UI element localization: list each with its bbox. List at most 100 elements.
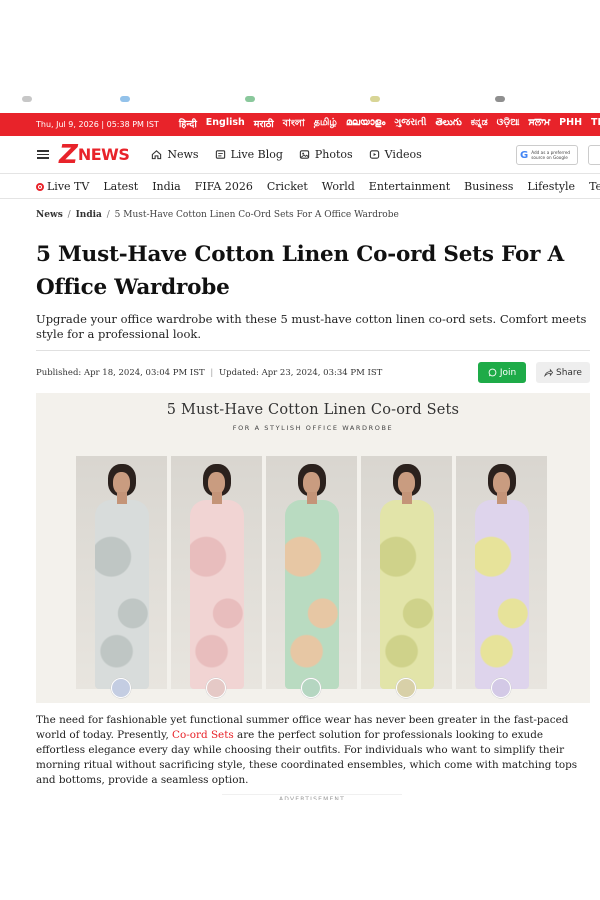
divider <box>36 350 590 351</box>
header-nav-photos[interactable]: Photos <box>299 148 353 161</box>
language-link[interactable]: THS <box>591 117 600 132</box>
model-face <box>303 472 320 494</box>
outfit-photo-lilac-yellow <box>456 456 547 689</box>
outfit-photo-pink <box>171 456 262 689</box>
join-label: Join <box>499 367 517 378</box>
header-nav-label: News <box>167 148 199 161</box>
live-dot-icon <box>36 183 44 191</box>
hero-title: 5 Must-Have Cotton Linen Co-ord Sets <box>166 402 460 418</box>
language-link[interactable]: தமிழ் <box>314 117 337 132</box>
article-subtitle: Upgrade your office wardrobe with these … <box>36 312 587 341</box>
model-neck <box>117 492 127 504</box>
language-link[interactable]: मराठी <box>254 117 274 132</box>
outfit-photo-grey-white <box>76 456 167 689</box>
outfit-photo-yellow-green <box>361 456 452 689</box>
category-item[interactable]: World <box>322 180 355 193</box>
model-neck <box>402 492 412 504</box>
model-neck <box>497 492 507 504</box>
category-item[interactable]: India <box>152 180 181 193</box>
language-link[interactable]: English <box>206 117 245 132</box>
breadcrumb-separator: / <box>67 210 71 220</box>
header-nav-label: Videos <box>384 148 422 161</box>
header-nav: News Live Blog Photos Videos <box>151 148 422 161</box>
share-icon <box>544 368 553 377</box>
language-link[interactable]: हिन्दी <box>179 117 197 132</box>
category-nav: Live TV Latest India FIFA 2026 Cricket World E… <box>0 175 600 199</box>
co-ord-sets-link[interactable]: Co-ord Sets <box>172 729 234 741</box>
site-header: Z NEWS News Live Blog Photos Videos G Ad… <box>0 136 600 174</box>
model-face <box>208 472 225 494</box>
meta-separator: | <box>210 368 214 378</box>
language-link[interactable]: ગુજરાતી <box>394 117 426 132</box>
header-nav-label: Live Blog <box>230 148 283 161</box>
model-neck <box>307 492 317 504</box>
updated-date: Updated: Apr 23, 2024, 03:34 PM IST <box>219 368 383 378</box>
dress <box>285 500 339 689</box>
article-body: The need for fashionable yet functional … <box>36 713 592 788</box>
language-link[interactable]: ಕನ್ನಡ <box>471 117 488 132</box>
zee-news-logo[interactable]: Z NEWS <box>59 139 130 170</box>
header-nav-news[interactable]: News <box>151 148 199 161</box>
breadcrumb-section[interactable]: India <box>76 210 102 220</box>
hero-image[interactable]: 5 Must-Have Cotton Linen Co-ord Sets FOR… <box>36 393 590 703</box>
model-face <box>113 472 130 494</box>
top-icon-strip <box>0 92 600 106</box>
share-label: Share <box>556 367 582 378</box>
logo-z: Z <box>59 139 78 170</box>
videos-icon <box>369 150 379 159</box>
photos-icon <box>299 150 310 159</box>
google-icon: G <box>520 149 529 161</box>
category-item[interactable]: Latest <box>103 180 138 193</box>
category-item[interactable]: Lifestyle <box>527 180 575 193</box>
whatsapp-join-button[interactable]: Join <box>478 362 526 383</box>
breadcrumb-separator: / <box>106 210 110 220</box>
breadcrumb-current: 5 Must-Have Cotton Linen Co-Ord Sets For… <box>114 210 399 220</box>
model-face <box>493 472 510 494</box>
dress <box>380 500 434 689</box>
header-nav-live-blog[interactable]: Live Blog <box>215 148 283 161</box>
category-item[interactable]: Cricket <box>267 180 308 193</box>
model-neck <box>212 492 222 504</box>
category-item[interactable]: Business <box>464 180 513 193</box>
category-item[interactable]: FIFA 2026 <box>195 180 253 193</box>
dress <box>95 500 149 689</box>
color-swatch <box>301 678 321 698</box>
language-link[interactable]: മലയാളം <box>346 117 385 132</box>
menu-icon[interactable] <box>37 150 49 159</box>
color-swatch <box>206 678 226 698</box>
dress <box>190 500 244 689</box>
breadcrumb: News / India / 5 Must-Have Cotton Linen … <box>36 210 399 220</box>
dress <box>475 500 529 689</box>
category-list: Live TV Latest India FIFA 2026 Cricket World E… <box>36 180 600 193</box>
language-link[interactable]: বাংলা <box>283 117 305 132</box>
category-label: Live TV <box>47 180 90 193</box>
color-swatch <box>396 678 416 698</box>
header-nav-label: Photos <box>314 148 353 161</box>
current-date: Thu, Jul 9, 2026 | 05:38 PM IST <box>36 120 159 129</box>
article-title: 5 Must-Have Cotton Linen Co-ord Sets For… <box>36 242 565 300</box>
language-link[interactable]: తెలుగు <box>436 117 462 132</box>
category-live-tv[interactable]: Live TV <box>36 180 89 193</box>
hero-subtitle: FOR A STYLISH OFFICE WARDROBE <box>232 424 394 432</box>
language-link[interactable]: ਸਲਾਮ <box>528 117 550 132</box>
google-badge-text: Add as a preferred source on Google <box>531 150 570 160</box>
category-item[interactable]: Entertainment <box>369 180 450 193</box>
language-bar: Thu, Jul 9, 2026 | 05:38 PM IST हिन्दी En… <box>0 113 600 136</box>
home-icon <box>152 150 162 160</box>
language-link[interactable]: PHH <box>559 117 582 132</box>
article-meta: Published: Apr 18, 2024, 03:04 PM IST | … <box>36 368 382 378</box>
whatsapp-icon <box>488 368 497 377</box>
google-preferred-source-button[interactable]: G Add as a preferred source on Google <box>516 145 578 165</box>
google-badge-line2: source on Google <box>531 155 568 160</box>
color-swatch <box>491 678 511 698</box>
published-date: Published: Apr 18, 2024, 03:04 PM IST <box>36 368 205 378</box>
header-nav-videos[interactable]: Videos <box>369 148 422 161</box>
language-link[interactable]: ଓଡ଼ିଆ <box>497 117 520 132</box>
model-face <box>398 472 415 494</box>
header-extra-button[interactable] <box>588 145 600 165</box>
breadcrumb-home[interactable]: News <box>36 210 63 220</box>
logo-news: NEWS <box>77 145 130 164</box>
category-item[interactable]: Tech <box>589 180 600 193</box>
advertisement-label: ADVERTISEMENT <box>222 794 402 800</box>
share-button[interactable]: Share <box>536 362 590 383</box>
